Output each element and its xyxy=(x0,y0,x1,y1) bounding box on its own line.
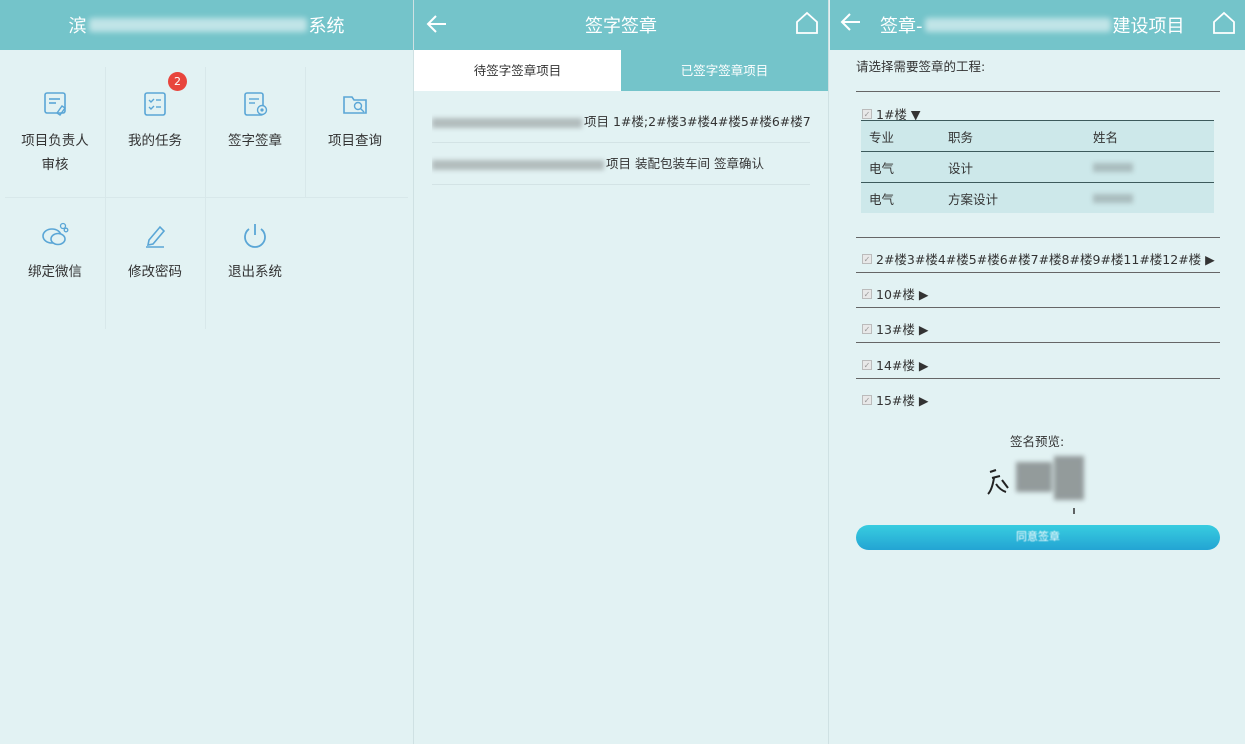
building-label: 2#楼3#楼4#楼5#楼6#楼7#楼8#楼9#楼11#楼12#楼 ▶ xyxy=(876,252,1215,267)
building-row[interactable]: ✓ 14#楼 ▶ xyxy=(862,355,928,374)
app-title-suffix: 系统 xyxy=(308,16,345,37)
agree-button-label: 同意签章 xyxy=(1016,531,1060,543)
redacted-title xyxy=(924,18,1111,32)
signer-table: 专业 职务 姓名 电气 设计 电气 方案设计 xyxy=(861,120,1214,213)
building-checkbox[interactable]: ✓ xyxy=(862,323,872,334)
building-label: 13#楼 ▶ xyxy=(876,322,929,337)
building-label: 10#楼 ▶ xyxy=(876,287,929,302)
col-header-major: 专业 xyxy=(869,129,895,145)
pencil-icon xyxy=(146,225,166,248)
agree-sign-button[interactable]: 同意签章 xyxy=(856,525,1220,550)
building-row[interactable]: ✓ 10#楼 ▶ xyxy=(862,284,928,303)
project-item-text: 项目 1#楼;2#楼3#楼4#楼5#楼6#楼7#楼 xyxy=(584,114,810,129)
cell-name xyxy=(1093,160,1214,175)
redacted-name xyxy=(1093,162,1133,172)
menu-item-logout[interactable]: 退出系统 xyxy=(205,198,305,328)
tab-bar: 待签字签章项目 已签字签章项目 xyxy=(414,50,828,91)
redacted-name xyxy=(1093,193,1133,203)
building-row[interactable]: ✓ 13#楼 ▶ xyxy=(862,319,928,338)
menu-label: 我的任务 xyxy=(128,133,182,149)
sign-document-icon xyxy=(244,92,268,116)
menu-label: 绑定微信 xyxy=(28,264,82,280)
back-arrow-icon[interactable] xyxy=(424,11,450,37)
task-count-badge: 2 xyxy=(168,72,187,91)
table-header-row: 专业 职务 姓名 xyxy=(861,120,1214,151)
signature-preview-label: 签名预览: xyxy=(1010,434,1065,449)
power-icon xyxy=(244,224,266,248)
home-icon[interactable] xyxy=(794,10,820,36)
edit-document-icon xyxy=(44,92,66,116)
cell-name xyxy=(1093,191,1214,206)
building-checkbox[interactable]: ✓ xyxy=(862,108,872,119)
sign-detail-panel: 签章- 建设项目 请选择需要签章的工程: ✓ 1#楼 ▼ 专业 职务 姓名 电气 … xyxy=(830,0,1245,744)
menu-item-bind-wechat[interactable]: 绑定微信 xyxy=(5,198,105,328)
menu-label: 签字签章 xyxy=(228,133,282,149)
folder-search-icon xyxy=(343,96,367,114)
menu-label: 项目查询 xyxy=(328,133,382,149)
col-header-name: 姓名 xyxy=(1093,129,1119,145)
building-row[interactable]: ✓ 2#楼3#楼4#楼5#楼6#楼7#楼8#楼9#楼11#楼12#楼 ▶ xyxy=(862,249,1215,268)
cell-major: 电气 xyxy=(869,160,895,176)
task-list-icon xyxy=(144,92,166,116)
cell-role: 方案设计 xyxy=(948,191,999,207)
building-checkbox[interactable]: ✓ xyxy=(862,394,872,405)
building-label: 14#楼 ▶ xyxy=(876,358,929,373)
cell-major: 电气 xyxy=(869,191,895,207)
building-label: 15#楼 ▶ xyxy=(876,393,929,408)
wechat-icon xyxy=(42,222,69,246)
signature-image xyxy=(987,456,1084,514)
menu-label: 项目负责人审核 xyxy=(21,133,89,173)
select-prompt: 请选择需要签章的工程: xyxy=(856,59,986,74)
back-arrow-icon[interactable] xyxy=(838,9,864,35)
redacted-text xyxy=(432,117,582,128)
menu-label: 退出系统 xyxy=(228,264,282,280)
building-checkbox[interactable]: ✓ xyxy=(862,253,872,264)
redacted-title xyxy=(88,18,307,32)
building-checkbox[interactable]: ✓ xyxy=(862,288,872,299)
home-panel: 滨 系统 项目负责人审核 2 我的任务 签字签章 项目查询 绑定微信 修改密码 … xyxy=(0,0,413,744)
tab-signed[interactable]: 已签字签章项目 xyxy=(621,50,828,91)
building-row[interactable]: ✓ 15#楼 ▶ xyxy=(862,390,928,409)
table-row: 电气 方案设计 xyxy=(861,182,1214,213)
project-item-text: 项目 装配包装车间 签章确认 xyxy=(606,156,764,171)
page-title-prefix: 签章- xyxy=(880,16,923,37)
menu-item-change-password[interactable]: 修改密码 xyxy=(105,198,205,328)
app-title-prefix: 滨 xyxy=(68,16,87,37)
building-checkbox[interactable]: ✓ xyxy=(862,359,872,370)
sign-list-panel: 签字签章 待签字签章项目 已签字签章项目 项目 1#楼;2#楼3#楼4#楼5#楼… xyxy=(414,0,828,744)
sign-list-header: 签字签章 xyxy=(414,0,828,50)
menu-label: 修改密码 xyxy=(128,264,182,280)
table-row: 电气 设计 xyxy=(861,151,1214,182)
home-icon[interactable] xyxy=(1211,10,1237,36)
tab-pending[interactable]: 待签字签章项目 xyxy=(414,50,621,91)
menu-item-project-query[interactable]: 项目查询 xyxy=(305,67,405,197)
page-title: 签字签章 xyxy=(585,16,657,37)
menu-item-project-review[interactable]: 项目负责人审核 xyxy=(5,67,105,197)
project-item[interactable]: 项目 装配包装车间 签章确认 xyxy=(432,143,810,185)
redacted-text xyxy=(432,159,604,170)
project-item[interactable]: 项目 1#楼;2#楼3#楼4#楼5#楼6#楼7#楼 xyxy=(432,101,810,143)
col-header-role: 职务 xyxy=(948,129,974,145)
menu-item-my-tasks[interactable]: 2 我的任务 xyxy=(105,67,205,197)
page-title-suffix: 建设项目 xyxy=(1112,16,1185,37)
sign-detail-header: 签章- 建设项目 xyxy=(830,0,1245,50)
cell-role: 设计 xyxy=(948,160,974,176)
home-header: 滨 系统 xyxy=(0,0,413,50)
menu-item-sign[interactable]: 签字签章 xyxy=(205,67,305,197)
